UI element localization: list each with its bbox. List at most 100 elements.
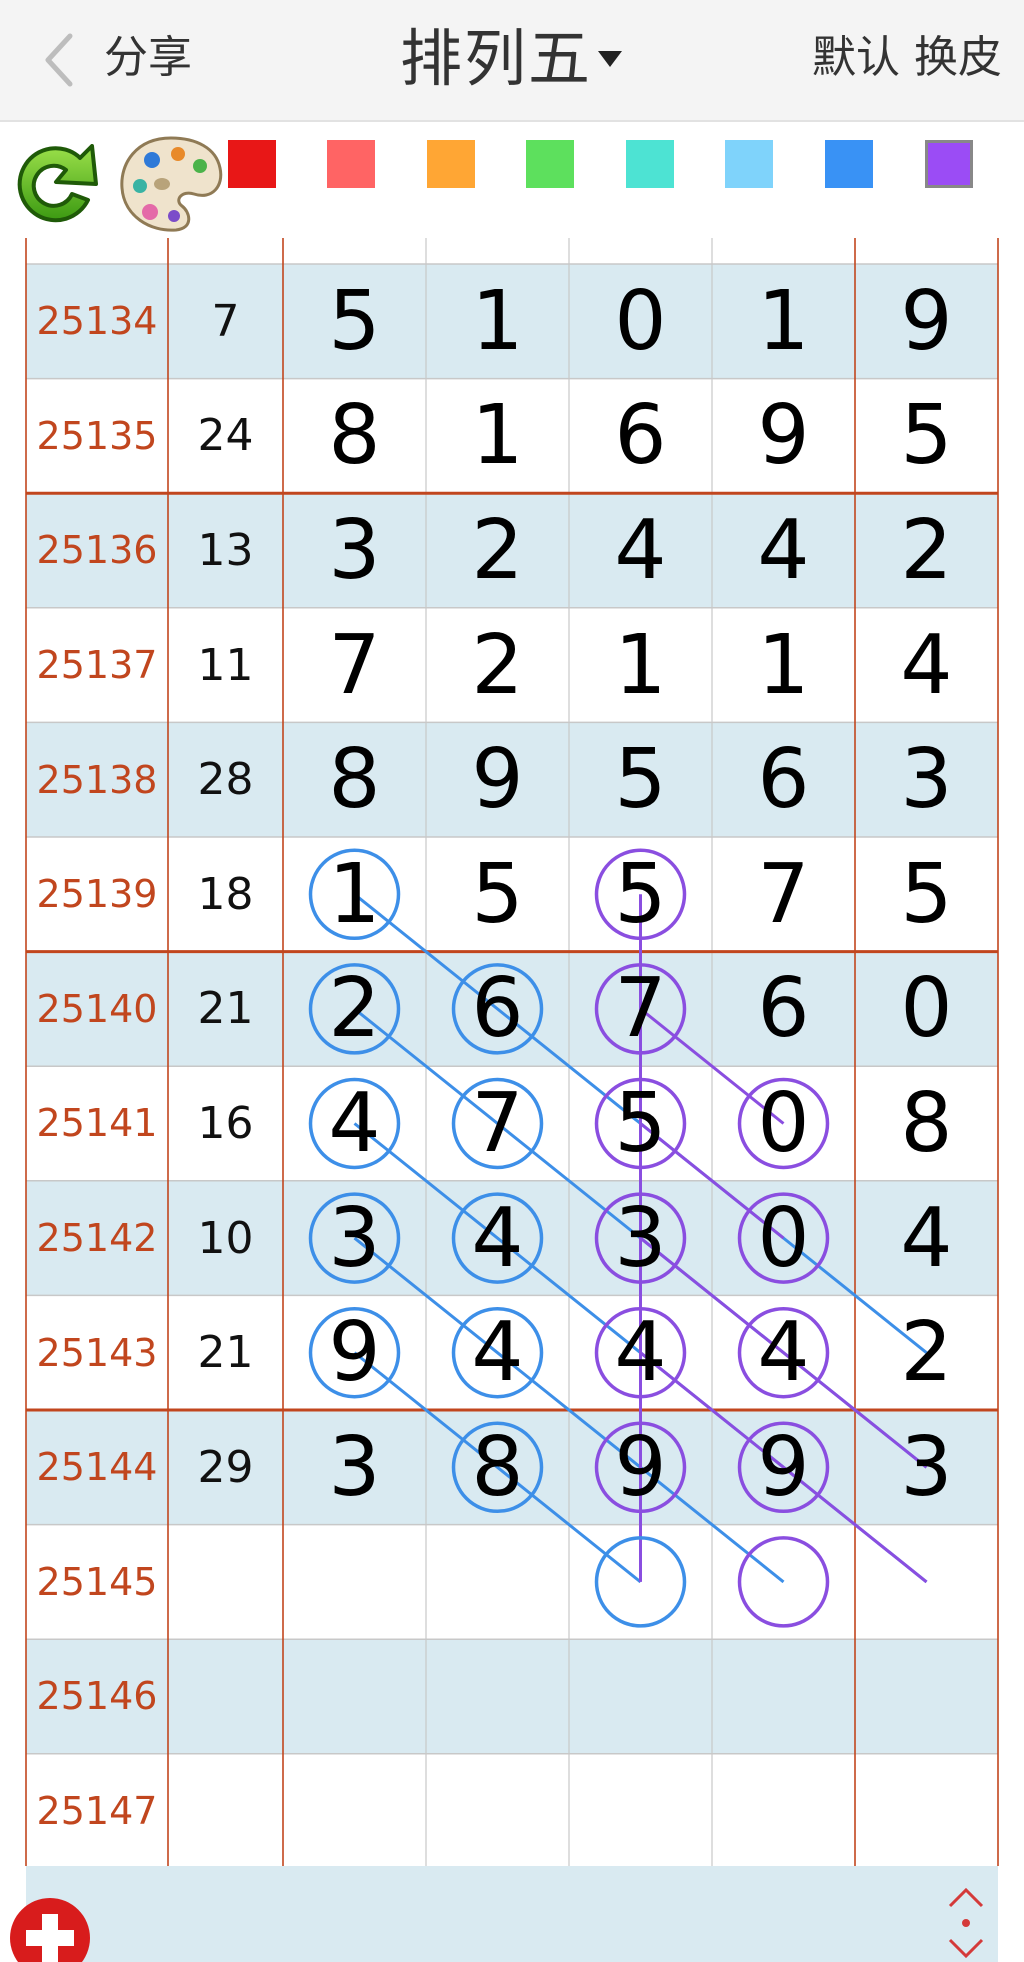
digit-cell[interactable]: 5 [855, 379, 998, 494]
digit-cell[interactable] [712, 1639, 855, 1754]
digit-cell[interactable]: 0 [569, 264, 712, 379]
digit-cell[interactable]: 4 [569, 493, 712, 608]
digit-cell[interactable]: 5 [426, 837, 569, 952]
digit-cell[interactable]: 4 [712, 1295, 855, 1410]
digit-cell[interactable] [855, 1525, 998, 1640]
sum-value: 18 [197, 868, 254, 920]
digit-cell[interactable] [569, 1639, 712, 1754]
period-number: 25147 [36, 1789, 158, 1834]
digit-cell[interactable]: 4 [426, 1181, 569, 1296]
digit-cell[interactable] [855, 1639, 998, 1754]
digit-cell[interactable]: 3 [569, 1181, 712, 1296]
period-number: 25145 [36, 1559, 158, 1604]
digit-cell[interactable] [426, 1639, 569, 1754]
digit-cell[interactable] [569, 1754, 712, 1869]
digit-cell[interactable] [283, 1525, 426, 1640]
color-swatch-5[interactable] [626, 140, 674, 188]
digit-cell[interactable]: 2 [283, 952, 426, 1067]
sum-value: 29 [197, 1441, 254, 1493]
digit-cell[interactable]: 3 [283, 493, 426, 608]
digit-cell[interactable] [712, 1525, 855, 1640]
digit-cell[interactable]: 0 [712, 1066, 855, 1181]
digit-cell[interactable] [283, 1754, 426, 1869]
digit-cell[interactable]: 8 [283, 379, 426, 494]
digit-cell[interactable]: 9 [712, 1410, 855, 1525]
digit-cell[interactable]: 4 [855, 608, 998, 723]
digit-cell[interactable]: 4 [855, 1181, 998, 1296]
header-actions: 默认 换皮 [812, 28, 1002, 88]
digit-cell[interactable]: 1 [426, 264, 569, 379]
period-number: 25137 [36, 643, 158, 688]
add-icon[interactable] [8, 1896, 92, 1962]
digit-cell[interactable]: 1 [426, 379, 569, 494]
digit-cell[interactable]: 2 [855, 1295, 998, 1410]
period-number: 25142 [36, 1216, 158, 1261]
period-number: 25143 [36, 1330, 158, 1375]
sum-value: 24 [197, 410, 254, 462]
digit-cell[interactable]: 2 [855, 493, 998, 608]
palette-icon[interactable] [116, 132, 226, 236]
default-button[interactable]: 默认 [812, 28, 900, 88]
digit-cell[interactable]: 1 [569, 608, 712, 723]
digit-cell[interactable]: 2 [426, 493, 569, 608]
color-swatch-8[interactable] [925, 140, 973, 188]
digit-cell[interactable]: 1 [712, 264, 855, 379]
digit-cell[interactable]: 5 [569, 837, 712, 952]
sum-value: 28 [197, 754, 254, 806]
lottery-type-selector[interactable]: 排列五 [400, 22, 623, 96]
digit-cell[interactable]: 4 [283, 1066, 426, 1181]
digit-cell[interactable]: 7 [283, 608, 426, 723]
digit-cell[interactable] [283, 1639, 426, 1754]
digit-cell[interactable]: 3 [283, 1410, 426, 1525]
digit-cell[interactable]: 1 [712, 608, 855, 723]
digit-cell[interactable]: 6 [712, 722, 855, 837]
expand-collapse-icon[interactable] [944, 1884, 988, 1962]
color-swatch-6[interactable] [725, 140, 773, 188]
digit-cell[interactable]: 7 [569, 952, 712, 1067]
digit-cell[interactable]: 9 [712, 379, 855, 494]
digit-cell[interactable]: 3 [855, 722, 998, 837]
digit-cell[interactable]: 5 [569, 1066, 712, 1181]
digit-cell[interactable]: 6 [426, 952, 569, 1067]
digit-cell[interactable] [426, 1525, 569, 1640]
digit-cell[interactable]: 9 [855, 264, 998, 379]
digit-cell[interactable]: 3 [283, 1181, 426, 1296]
digit-cell[interactable]: 0 [712, 1181, 855, 1296]
color-swatch-4[interactable] [526, 140, 574, 188]
period-number: 25141 [36, 1101, 158, 1146]
digit-cell[interactable]: 4 [712, 493, 855, 608]
digit-cell[interactable]: 5 [569, 722, 712, 837]
color-swatch-3[interactable] [427, 140, 475, 188]
digit-cell[interactable]: 6 [712, 952, 855, 1067]
digit-cell[interactable] [426, 1754, 569, 1869]
digit-cell[interactable] [712, 1754, 855, 1869]
digit-cell[interactable]: 2 [426, 608, 569, 723]
digit-cell[interactable]: 3 [855, 1410, 998, 1525]
digit-cell[interactable] [855, 1754, 998, 1869]
digit-cell[interactable]: 8 [283, 722, 426, 837]
digit-cell[interactable]: 0 [855, 952, 998, 1067]
color-swatch-7[interactable] [825, 140, 873, 188]
digit-cell[interactable]: 9 [283, 1295, 426, 1410]
digit-cell[interactable]: 9 [569, 1410, 712, 1525]
sum-value: 13 [197, 524, 254, 576]
back-chevron-icon[interactable] [40, 32, 80, 88]
refresh-icon[interactable] [8, 134, 102, 234]
digit-cell[interactable]: 8 [426, 1410, 569, 1525]
change-skin-button[interactable]: 换皮 [914, 28, 1002, 88]
digit-cell[interactable]: 9 [426, 722, 569, 837]
digit-cell[interactable]: 8 [855, 1066, 998, 1181]
sum-value [168, 1754, 283, 1869]
color-swatch-1[interactable] [228, 140, 276, 188]
color-swatch-2[interactable] [327, 140, 375, 188]
digit-cell[interactable]: 5 [855, 837, 998, 952]
digit-cell[interactable]: 1 [283, 837, 426, 952]
digit-cell[interactable] [569, 1525, 712, 1640]
digit-cell[interactable]: 5 [283, 264, 426, 379]
digit-cell[interactable]: 6 [569, 379, 712, 494]
digit-cell[interactable]: 7 [712, 837, 855, 952]
digit-cell[interactable]: 4 [426, 1295, 569, 1410]
digit-cell[interactable]: 4 [569, 1295, 712, 1410]
digit-cell[interactable]: 7 [426, 1066, 569, 1181]
share-button[interactable]: 分享 [104, 28, 192, 88]
